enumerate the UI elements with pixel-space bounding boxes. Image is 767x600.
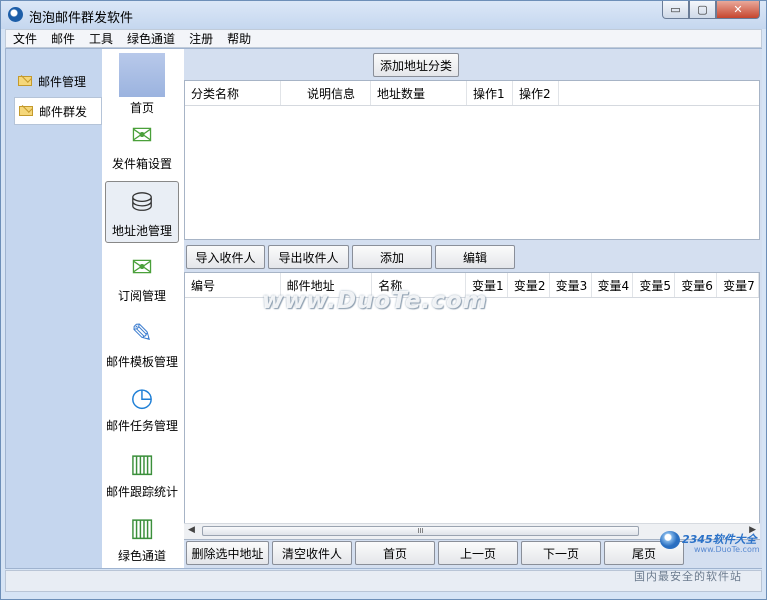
tool-label: 邮件模板管理 <box>105 355 178 369</box>
nav-label: 邮件管理 <box>38 74 87 89</box>
col-description[interactable]: 说明信息 <box>281 81 371 105</box>
export-recipients-button[interactable]: 导出收件人 <box>268 245 349 269</box>
close-button[interactable]: ✕ <box>716 1 760 19</box>
database-icon: ⛁ <box>131 188 153 218</box>
tool-label: 邮件任务管理 <box>105 419 178 433</box>
maximize-icon: ▢ <box>697 3 708 16</box>
col-op1[interactable]: 操作1 <box>467 81 513 105</box>
site-logo-icon <box>660 531 680 549</box>
next-page-button[interactable]: 下一页 <box>521 541 601 565</box>
col-var5[interactable]: 变量5 <box>633 273 676 297</box>
category-grid[interactable]: 分类名称 说明信息 地址数量 操作1 操作2 <box>184 80 760 240</box>
bar-chart-icon: ▥ <box>129 449 155 479</box>
menu-green-channel[interactable]: 绿色通道 <box>120 30 182 47</box>
col-op2[interactable]: 操作2 <box>513 81 559 105</box>
site-tagline: 国内最安全的软件站 <box>634 570 742 583</box>
tool-templates[interactable]: ✎ 邮件模板管理 <box>105 313 179 375</box>
col-var6[interactable]: 变量6 <box>675 273 718 297</box>
tool-label: 邮件跟踪统计 <box>105 485 178 499</box>
scroll-left-icon[interactable]: ◀ <box>188 525 195 535</box>
module-toolbar: 首页 ✉ 发件箱设置 ⛁ 地址池管理 ✉ 订阅管理 ✎ 邮件模板管理 ◷ 邮件任… <box>103 49 183 568</box>
template-icon: ✎ <box>131 319 153 349</box>
menu-register[interactable]: 注册 <box>182 30 220 47</box>
clock-icon: ◷ <box>130 383 154 413</box>
add-button[interactable]: 添加 <box>352 245 432 269</box>
menu-mail[interactable]: 邮件 <box>44 30 82 47</box>
col-var4[interactable]: 变量4 <box>592 273 634 297</box>
first-page-button[interactable]: 首页 <box>355 541 435 565</box>
tool-subscription[interactable]: ✉ 订阅管理 <box>105 247 179 309</box>
watermark: www.DuoTe.com <box>262 288 488 314</box>
menu-help[interactable]: 帮助 <box>220 30 258 47</box>
menu-tools[interactable]: 工具 <box>82 30 120 47</box>
site-logo: 2345软件大全 www.DuoTe.com <box>656 527 764 555</box>
tool-label: 订阅管理 <box>117 289 166 303</box>
prev-page-button[interactable]: 上一页 <box>438 541 518 565</box>
outbox-icon: ✉ <box>131 121 153 151</box>
clear-recipients-button[interactable]: 清空收件人 <box>272 541 352 565</box>
subscription-icon: ✉ <box>131 253 153 283</box>
envelope-icon <box>19 106 33 116</box>
home-icon <box>119 53 165 97</box>
col-category-name[interactable]: 分类名称 <box>185 81 281 105</box>
nav-label: 邮件群发 <box>39 104 88 119</box>
minimize-icon: ▭ <box>670 3 681 16</box>
tool-address-pool[interactable]: ⛁ 地址池管理 <box>105 181 179 243</box>
tool-outbox-settings[interactable]: ✉ 发件箱设置 <box>105 115 179 177</box>
tool-label: 首页 <box>129 101 154 115</box>
tool-tasks[interactable]: ◷ 邮件任务管理 <box>105 377 179 439</box>
tool-tracking-stats[interactable]: ▥ 邮件跟踪统计 <box>105 443 179 505</box>
col-var7[interactable]: 变量7 <box>717 273 759 297</box>
maximize-button[interactable]: ▢ <box>689 1 716 19</box>
menu-file[interactable]: 文件 <box>6 30 44 47</box>
envelope-icon <box>18 76 32 86</box>
col-var3[interactable]: 变量3 <box>550 273 592 297</box>
tool-green-channel[interactable]: ▥ 绿色通道 <box>105 507 179 569</box>
window-title: 泡泡邮件群发软件 <box>29 11 134 26</box>
tool-label: 发件箱设置 <box>111 157 172 171</box>
bar-chart-icon: ▥ <box>129 513 155 543</box>
site-url: www.DuoTe.com <box>694 545 760 554</box>
left-nav: 邮件管理 邮件群发 <box>6 49 102 568</box>
tool-home[interactable]: 首页 <box>105 51 179 115</box>
add-category-button[interactable]: 添加地址分类 <box>373 53 459 77</box>
nav-item-mass-mailing[interactable]: 邮件群发 <box>14 97 102 125</box>
category-header: 分类名称 说明信息 地址数量 操作1 操作2 <box>185 81 759 106</box>
delete-selected-button[interactable]: 删除选中地址 <box>186 541 269 565</box>
nav-item-mail-management[interactable]: 邮件管理 <box>14 67 102 95</box>
title-bar[interactable]: 泡泡邮件群发软件 ▭ ▢ ✕ <box>1 1 766 29</box>
scroll-thumb[interactable]: III <box>202 526 639 536</box>
minimize-button[interactable]: ▭ <box>662 1 689 19</box>
col-address-count[interactable]: 地址数量 <box>371 81 467 105</box>
col-var2[interactable]: 变量2 <box>508 273 550 297</box>
tool-label: 地址池管理 <box>111 224 172 238</box>
menu-bar: 文件 邮件 工具 绿色通道 注册 帮助 <box>5 29 762 48</box>
app-icon <box>8 7 23 22</box>
edit-button[interactable]: 编辑 <box>435 245 515 269</box>
tool-label: 绿色通道 <box>117 549 166 563</box>
close-icon: ✕ <box>733 3 743 16</box>
import-recipients-button[interactable]: 导入收件人 <box>186 245 265 269</box>
